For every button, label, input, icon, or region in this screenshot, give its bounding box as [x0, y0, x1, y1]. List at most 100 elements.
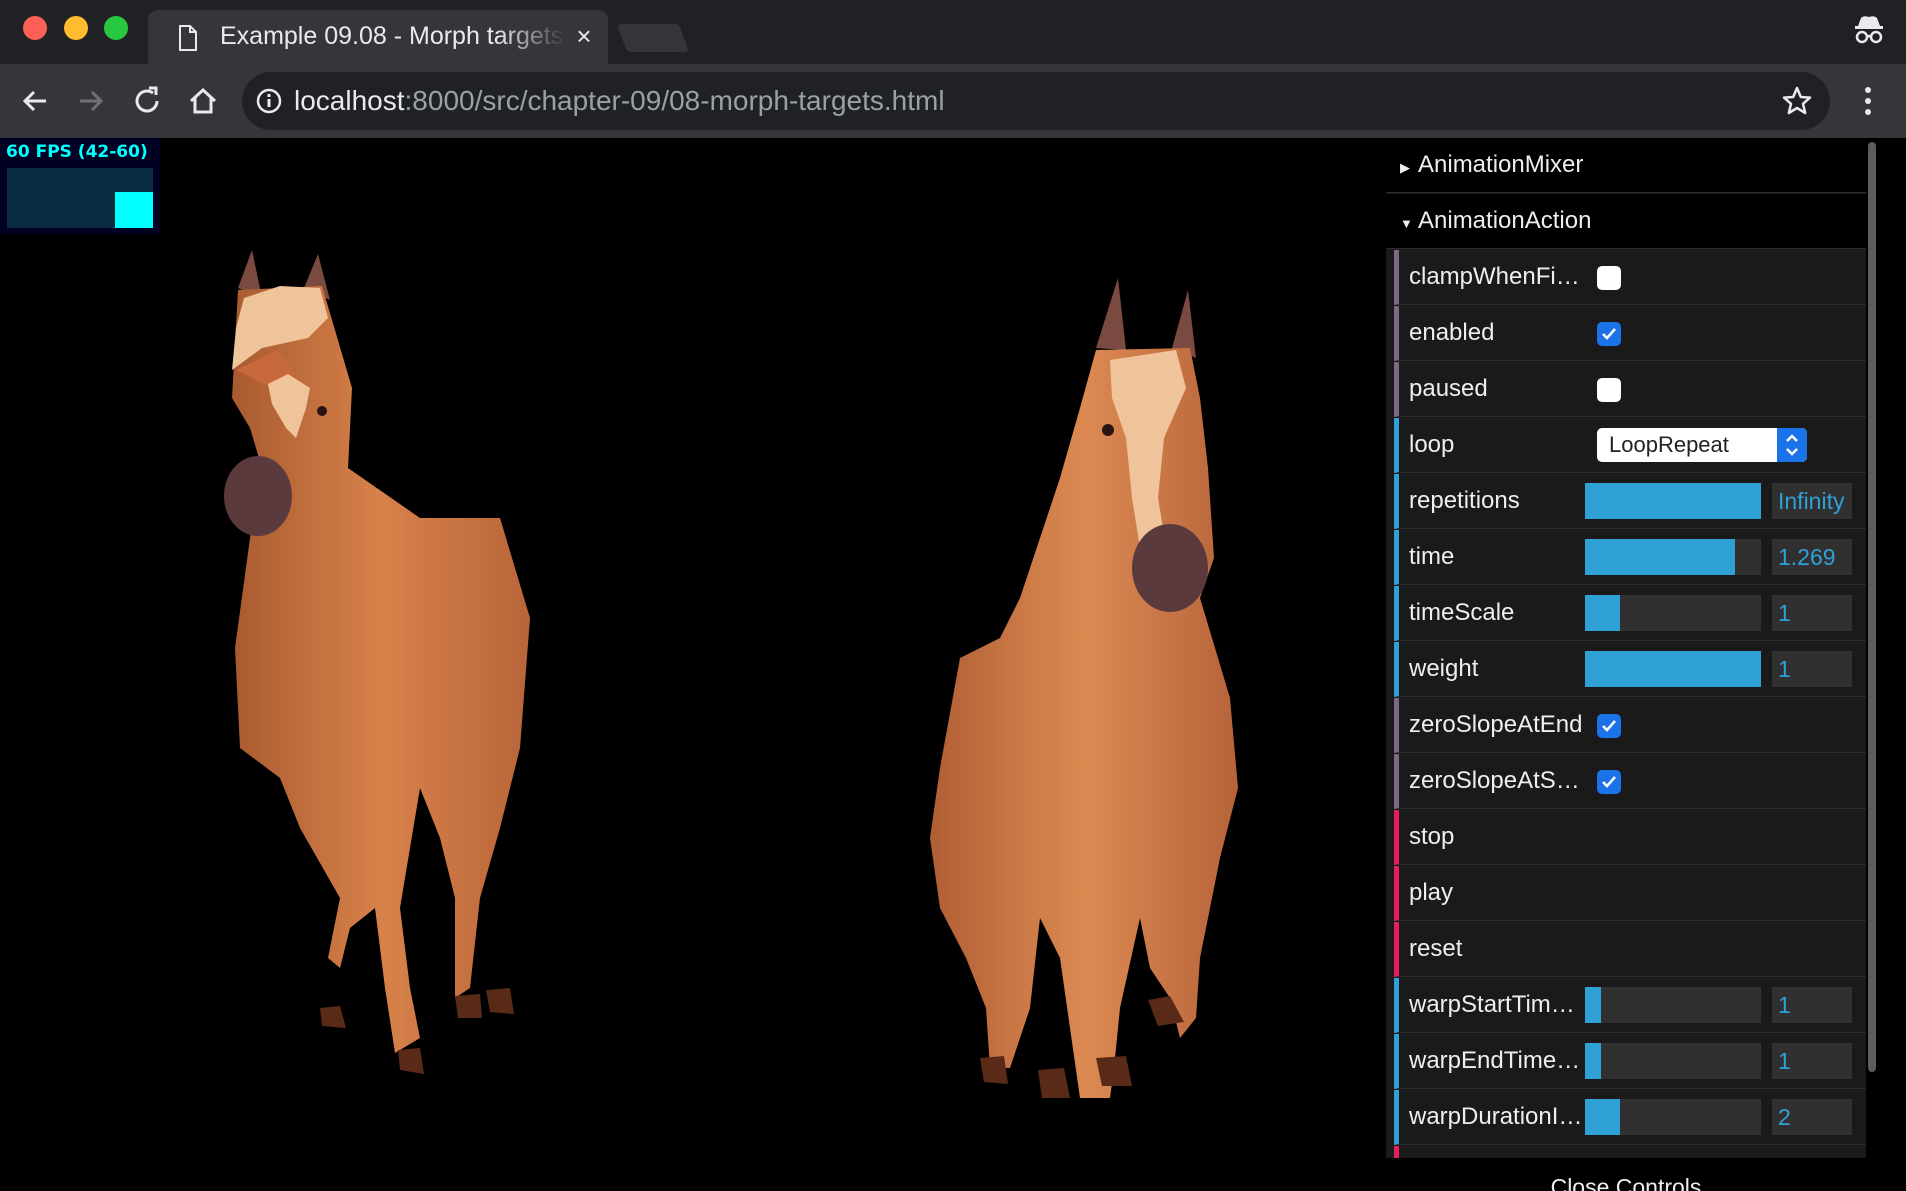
address-bar[interactable]: localhost:8000/src/chapter-09/08-morph-t…: [242, 72, 1830, 130]
caret-icon: ▶: [1400, 160, 1410, 175]
control-label: zeroSlopeAtStart: [1409, 767, 1584, 794]
time-scale-input[interactable]: 1: [1772, 595, 1852, 631]
warp-start-time-scale-input[interactable]: 1: [1772, 987, 1852, 1023]
control-paused: paused: [1394, 362, 1866, 417]
control-label: stop: [1409, 823, 1455, 850]
play-button[interactable]: play: [1394, 866, 1866, 921]
weight-input[interactable]: 1: [1772, 651, 1852, 687]
document-icon: [179, 25, 197, 51]
folder-label: AnimationAction: [1418, 207, 1592, 234]
close-icon[interactable]: ×: [572, 23, 596, 49]
paused-checkbox[interactable]: [1597, 378, 1621, 402]
left-horse: [224, 250, 530, 1074]
fps-graph-bar: [115, 192, 153, 228]
scrollbar-thumb[interactable]: [1868, 142, 1876, 1072]
caret-icon: ▼: [1400, 216, 1413, 231]
warp-duration-slider[interactable]: [1585, 1099, 1761, 1135]
webgl-viewport[interactable]: 60 FPS (42-60) ▶ AnimationMixer ▼ Animat…: [0, 138, 1906, 1191]
control-label: repetitions: [1409, 487, 1520, 514]
warp-duration-value: 2: [1778, 1104, 1791, 1130]
warp-duration-input[interactable]: 2: [1772, 1099, 1852, 1135]
warp-start-time-scale-value: 1: [1778, 992, 1791, 1018]
control-label: timeScale: [1409, 599, 1515, 626]
control-label: weight: [1409, 655, 1479, 682]
slider-fill: [1585, 1099, 1621, 1135]
time-input[interactable]: 1.269: [1772, 539, 1852, 575]
warp-end-time-scale-value: 1: [1778, 1048, 1791, 1074]
control-label: warpStartTime…: [1409, 991, 1584, 1018]
enabled-checkbox[interactable]: [1597, 322, 1621, 346]
close-window-button[interactable]: [23, 16, 47, 40]
repetitions-slider[interactable]: [1585, 483, 1761, 519]
control-repetitions: repetitions Infinity: [1394, 474, 1866, 529]
control-loop: loop LoopRepeat: [1394, 418, 1866, 473]
reload-button[interactable]: [128, 82, 166, 120]
forward-icon: [80, 90, 104, 112]
new-tab-button[interactable]: [616, 24, 690, 52]
url-host: localhost: [294, 85, 405, 116]
tab-title: Example 09.08 - Morph targets: [220, 22, 564, 50]
loop-select-value: LoopRepeat: [1609, 432, 1729, 457]
url-text[interactable]: localhost:8000/src/chapter-09/08-morph-t…: [294, 85, 945, 117]
star-icon[interactable]: [1782, 86, 1812, 116]
control-zero-slope-at-start: zeroSlopeAtStart: [1394, 754, 1866, 809]
checkmark-icon: [1602, 720, 1616, 732]
fps-text: 60 FPS (42-60): [6, 142, 148, 162]
control-time-scale: timeScale 1: [1394, 586, 1866, 641]
slider-fill: [1585, 651, 1761, 687]
slider-fill: [1585, 987, 1601, 1023]
control-label: warpDurationI…: [1409, 1103, 1583, 1130]
minimize-window-button[interactable]: [64, 16, 88, 40]
fps-stats-panel[interactable]: 60 FPS (42-60): [0, 138, 160, 234]
time-slider[interactable]: [1585, 539, 1761, 575]
close-controls-button[interactable]: Close Controls: [1386, 1158, 1866, 1191]
reset-button[interactable]: reset: [1394, 922, 1866, 977]
browser-titlebar: Example 09.08 - Morph targets ×: [0, 0, 1906, 64]
forward-button[interactable]: [72, 82, 110, 120]
control-overflow-row: [1394, 1146, 1866, 1158]
control-warp-end-time-scale: warpEndTimeS… 1: [1394, 1034, 1866, 1089]
url-path: :8000/src/chapter-09/08-morph-targets.ht…: [404, 85, 945, 116]
time-scale-slider[interactable]: [1585, 595, 1761, 631]
zero-slope-at-end-checkbox[interactable]: [1597, 714, 1621, 738]
control-clamp-when-finished: clampWhenFin…: [1394, 250, 1866, 305]
info-icon[interactable]: [256, 88, 282, 114]
dat-gui-panel: ▶ AnimationMixer ▼ AnimationAction clamp…: [1386, 138, 1866, 1158]
fps-graph: [7, 168, 153, 228]
control-warp-duration: warpDurationI… 2: [1394, 1090, 1866, 1145]
slider-fill: [1585, 539, 1735, 575]
checkmark-icon: [1602, 776, 1616, 788]
morph-horses-scene[interactable]: [0, 138, 1380, 1191]
reload-icon: [135, 86, 159, 113]
control-label: reset: [1409, 935, 1463, 962]
control-zero-slope-at-end: zeroSlopeAtEnd: [1394, 698, 1866, 753]
slider-fill: [1585, 483, 1761, 519]
control-weight: weight 1: [1394, 642, 1866, 697]
control-label: loop: [1409, 431, 1455, 458]
maximize-window-button[interactable]: [104, 16, 128, 40]
control-warp-start-time-scale: warpStartTime… 1: [1394, 978, 1866, 1033]
menu-icon[interactable]: [1856, 82, 1880, 120]
control-enabled: enabled: [1394, 306, 1866, 361]
loop-select[interactable]: LoopRepeat: [1597, 428, 1807, 462]
weight-slider[interactable]: [1585, 651, 1761, 687]
stop-button[interactable]: stop: [1394, 810, 1866, 865]
folder-label: AnimationMixer: [1418, 151, 1584, 178]
browser-tab[interactable]: Example 09.08 - Morph targets ×: [148, 10, 608, 64]
zero-slope-at-start-checkbox[interactable]: [1597, 770, 1621, 794]
control-time: time 1.269: [1394, 530, 1866, 585]
folder-animation-action[interactable]: ▼ AnimationAction: [1386, 194, 1866, 249]
warp-end-time-scale-slider[interactable]: [1585, 1043, 1761, 1079]
home-button[interactable]: [184, 82, 222, 120]
time-value: 1.269: [1778, 544, 1836, 570]
back-button[interactable]: [16, 82, 54, 120]
right-horse: [930, 278, 1238, 1098]
checkmark-icon: [1602, 328, 1616, 340]
warp-start-time-scale-slider[interactable]: [1585, 987, 1761, 1023]
repetitions-input[interactable]: Infinity: [1772, 483, 1852, 519]
warp-end-time-scale-input[interactable]: 1: [1772, 1043, 1852, 1079]
folder-animation-mixer[interactable]: ▶ AnimationMixer: [1386, 138, 1866, 193]
weight-value: 1: [1778, 656, 1791, 682]
control-label: paused: [1409, 375, 1488, 402]
clamp-when-finished-checkbox[interactable]: [1597, 266, 1621, 290]
